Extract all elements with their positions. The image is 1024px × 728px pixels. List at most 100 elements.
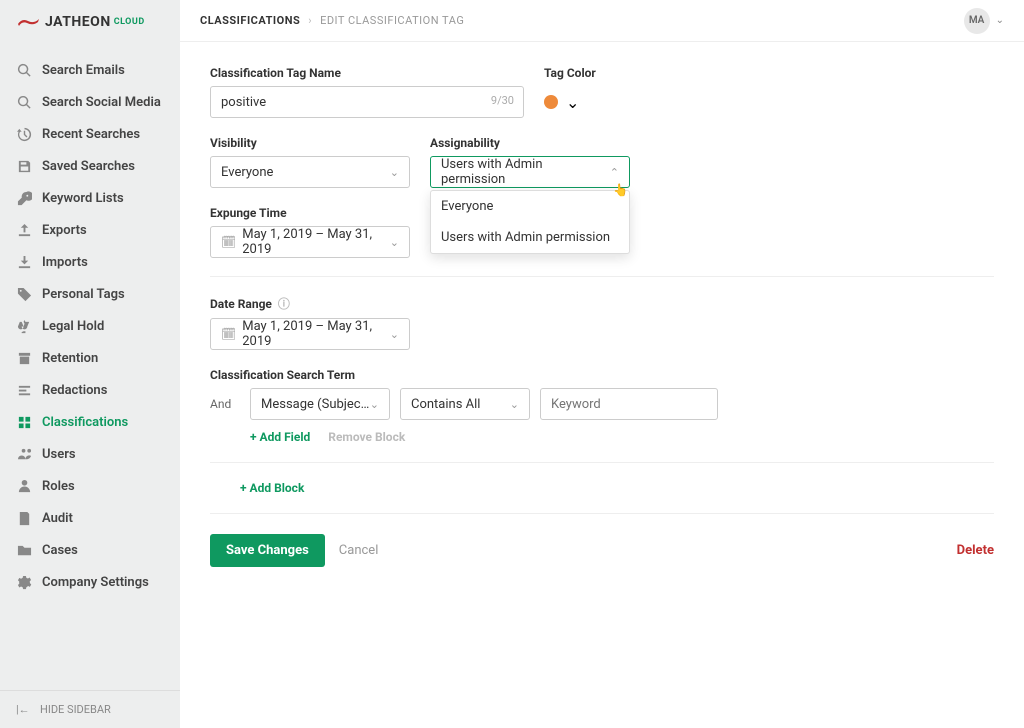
form-actions: Save Changes Cancel Delete bbox=[210, 534, 994, 567]
chevron-down-icon: ⌄ bbox=[370, 398, 379, 411]
sidebar-item-label: Search Emails bbox=[42, 63, 125, 78]
expunge-select[interactable]: 🗓May 1, 2019 – May 31, 2019 ⌄ bbox=[210, 226, 410, 258]
assignability-select[interactable]: Users with Admin permission ⌃ bbox=[430, 156, 630, 188]
keyword-input[interactable] bbox=[540, 388, 718, 420]
tag-icon bbox=[16, 286, 32, 302]
sidebar-item-legal[interactable]: Legal Hold bbox=[0, 310, 180, 342]
cancel-button[interactable]: Cancel bbox=[339, 543, 379, 558]
sidebar-item-redactions[interactable]: Redactions bbox=[0, 374, 180, 406]
tag-color-select[interactable]: ⌄ bbox=[544, 86, 596, 118]
hide-sidebar-button[interactable]: |← HIDE SIDEBAR bbox=[0, 690, 180, 728]
sidebar-item-keywords[interactable]: Keyword Lists bbox=[0, 182, 180, 214]
sidebar-item-imports[interactable]: Imports bbox=[0, 246, 180, 278]
sidebar-item-exports[interactable]: Exports bbox=[0, 214, 180, 246]
chevron-down-icon: ⌄ bbox=[996, 15, 1004, 26]
sidebar-item-label: Retention bbox=[42, 351, 98, 366]
sidebar-item-users[interactable]: Users bbox=[0, 438, 180, 470]
sidebar-item-retention[interactable]: Retention bbox=[0, 342, 180, 374]
field-value: Message (Subject, Bod... bbox=[261, 397, 370, 412]
dropdown-option-admin[interactable]: Users with Admin permission bbox=[431, 222, 629, 253]
user-menu[interactable]: MA ⌄ bbox=[964, 8, 1004, 34]
retention-icon bbox=[16, 350, 32, 366]
chevron-down-icon: ⌄ bbox=[566, 93, 579, 112]
assignability-dropdown: Everyone Users with Admin permission bbox=[430, 190, 630, 254]
folder-icon bbox=[16, 542, 32, 558]
save-button[interactable]: Save Changes bbox=[210, 534, 325, 567]
dropdown-option-everyone[interactable]: Everyone bbox=[431, 191, 629, 222]
roles-icon bbox=[16, 478, 32, 494]
searchterm-label: Classification Search Term bbox=[210, 368, 994, 382]
field-select[interactable]: Message (Subject, Bod... ⌄ bbox=[250, 388, 390, 420]
gear-icon bbox=[16, 574, 32, 590]
content: Classification Tag Name 9/30 Tag Color ⌄… bbox=[180, 42, 1024, 591]
audit-icon bbox=[16, 510, 32, 526]
daterange-select[interactable]: 🗓May 1, 2019 – May 31, 2019 ⌄ bbox=[210, 318, 410, 350]
divider bbox=[210, 276, 994, 277]
sidebar-item-label: Personal Tags bbox=[42, 287, 125, 302]
calendar-icon: 🗓 bbox=[221, 327, 236, 341]
assignability-value: Users with Admin permission bbox=[441, 157, 610, 187]
breadcrumb: CLASSIFICATIONS › EDIT CLASSIFICATION TA… bbox=[200, 14, 464, 27]
search-icon bbox=[16, 94, 32, 110]
sidebar-item-label: Redactions bbox=[42, 383, 107, 398]
delete-button[interactable]: Delete bbox=[957, 543, 994, 558]
classification-icon bbox=[16, 414, 32, 430]
tag-name-label: Classification Tag Name bbox=[210, 66, 524, 80]
sidebar-item-label: Cases bbox=[42, 543, 78, 558]
visibility-select[interactable]: Everyone ⌄ bbox=[210, 156, 410, 188]
daterange-label: Date Rangeⓘ bbox=[210, 295, 994, 312]
sidebar-item-roles[interactable]: Roles bbox=[0, 470, 180, 502]
sidebar-item-label: Recent Searches bbox=[42, 127, 140, 142]
avatar: MA bbox=[964, 8, 990, 34]
topbar: CLASSIFICATIONS › EDIT CLASSIFICATION TA… bbox=[180, 0, 1024, 42]
operator-label: And bbox=[210, 397, 240, 411]
char-counter: 9/30 bbox=[491, 94, 514, 107]
condition-select[interactable]: Contains All ⌄ bbox=[400, 388, 530, 420]
sidebar-item-audit[interactable]: Audit bbox=[0, 502, 180, 534]
chevron-down-icon: ⌄ bbox=[510, 398, 519, 411]
chevron-up-icon: ⌃ bbox=[610, 166, 619, 179]
sidebar-item-recent[interactable]: Recent Searches bbox=[0, 118, 180, 150]
logo: JATHEON CLOUD bbox=[0, 0, 180, 40]
expunge-value: May 1, 2019 – May 31, 2019 bbox=[242, 227, 390, 257]
sidebar-item-label: Exports bbox=[42, 223, 87, 238]
remove-block-button: Remove Block bbox=[328, 430, 405, 444]
add-block-button[interactable]: + Add Block bbox=[240, 481, 304, 495]
info-icon[interactable]: ⓘ bbox=[278, 295, 290, 312]
sidebar-item-label: Classifications bbox=[42, 415, 128, 430]
export-icon bbox=[16, 222, 32, 238]
sidebar-item-label: Saved Searches bbox=[42, 159, 135, 174]
sidebar-item-search-emails[interactable]: Search Emails bbox=[0, 54, 180, 86]
chevron-right-icon: › bbox=[308, 14, 312, 27]
tag-name-input[interactable] bbox=[210, 86, 524, 118]
tag-color-label: Tag Color bbox=[544, 66, 596, 80]
sidebar-item-settings[interactable]: Company Settings bbox=[0, 566, 180, 598]
collapse-icon: |← bbox=[16, 703, 30, 716]
sidebar-item-label: Keyword Lists bbox=[42, 191, 124, 206]
users-icon bbox=[16, 446, 32, 462]
key-icon bbox=[16, 190, 32, 206]
nav: Search Emails Search Social Media Recent… bbox=[0, 40, 180, 690]
add-field-button[interactable]: + Add Field bbox=[250, 430, 310, 444]
sidebar-item-label: Users bbox=[42, 447, 76, 462]
sidebar-item-cases[interactable]: Cases bbox=[0, 534, 180, 566]
chevron-down-icon: ⌄ bbox=[390, 166, 399, 179]
sidebar-item-classifications[interactable]: Classifications bbox=[0, 406, 180, 438]
sidebar-item-search-social[interactable]: Search Social Media bbox=[0, 86, 180, 118]
sidebar-item-tags[interactable]: Personal Tags bbox=[0, 278, 180, 310]
sidebar-item-saved[interactable]: Saved Searches bbox=[0, 150, 180, 182]
sidebar-item-label: Legal Hold bbox=[42, 319, 104, 334]
sidebar-item-label: Audit bbox=[42, 511, 73, 526]
divider bbox=[210, 462, 994, 463]
divider bbox=[210, 513, 994, 514]
search-icon bbox=[16, 62, 32, 78]
breadcrumb-root[interactable]: CLASSIFICATIONS bbox=[200, 14, 300, 27]
breadcrumb-leaf: EDIT CLASSIFICATION TAG bbox=[320, 14, 464, 27]
sidebar-item-label: Imports bbox=[42, 255, 88, 270]
sidebar-item-label: Roles bbox=[42, 479, 75, 494]
assignability-label: Assignability bbox=[430, 136, 630, 150]
chevron-down-icon: ⌄ bbox=[390, 236, 399, 249]
visibility-label: Visibility bbox=[210, 136, 410, 150]
visibility-value: Everyone bbox=[221, 165, 273, 180]
chevron-down-icon: ⌄ bbox=[390, 328, 399, 341]
